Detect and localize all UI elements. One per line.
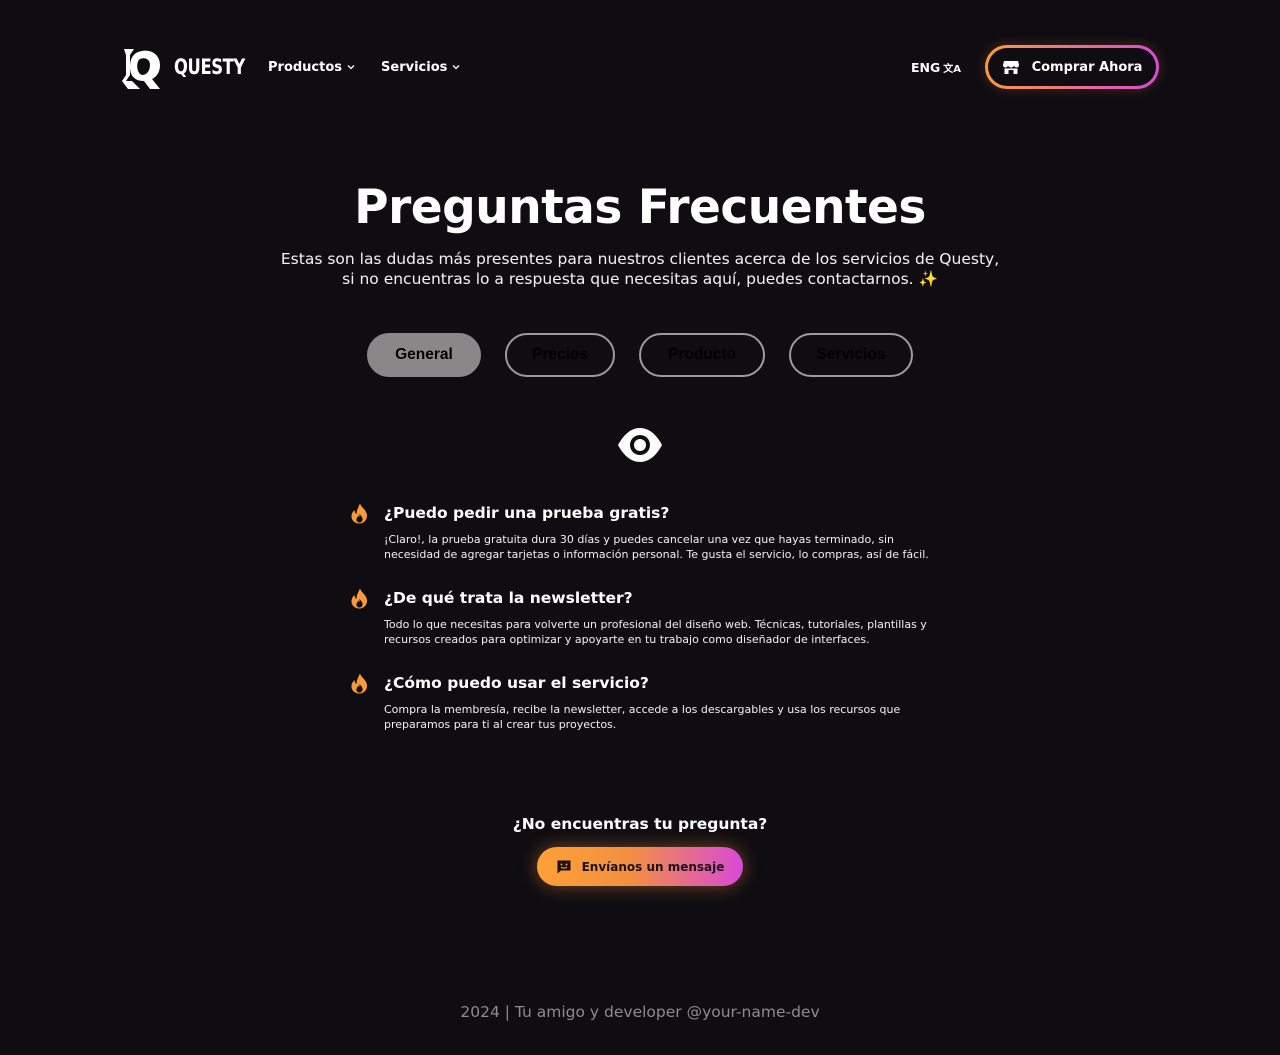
page-subtitle: Estas son las dudas más presentes para n… [0, 249, 1280, 289]
send-message-label: Envíanos un mensaje [581, 859, 725, 874]
fire-icon [351, 588, 368, 609]
fire-icon [351, 673, 368, 694]
subtitle-line-1: Estas son las dudas más presentes para n… [280, 250, 1000, 268]
faq-tabs: General Precios Producto Servicios [0, 333, 1280, 377]
faq-item: ¿Cómo puedo usar el servicio? Compra la … [350, 672, 940, 732]
main-nav: Productos Servicios [268, 60, 460, 75]
subtitle-line-2-text: si no encuentras lo a respuesta que nece… [342, 270, 914, 288]
tab-general[interactable]: General [367, 333, 481, 377]
faq-answer: Compra la membresía, recibe la newslette… [384, 703, 901, 731]
faq-question[interactable]: ¿De qué trata la newsletter? [384, 587, 940, 609]
store-icon [1002, 61, 1019, 74]
questy-logo-icon [122, 49, 160, 89]
logo[interactable]: QUESTY [120, 45, 246, 89]
language-switcher[interactable]: ENG 文A [911, 60, 961, 75]
faq-answer: ¡Claro!, la prueba gratuita dura 30 días… [384, 533, 929, 561]
sparkle-icon: ✨ [918, 270, 938, 288]
contact-question: ¿No encuentras tu pregunta? [512, 815, 768, 833]
translate-icon: 文A [943, 63, 961, 75]
chevron-down-icon [452, 65, 460, 70]
chat-icon [557, 860, 571, 873]
send-message-button[interactable]: Envíanos un mensaje [537, 847, 743, 886]
faq-answer: Todo lo que necesitas para volverte un p… [384, 618, 927, 646]
nav-item-label: Productos [268, 59, 343, 75]
buy-now-label: Comprar Ahora [1031, 59, 1143, 75]
page: QUESTY Productos Servicios ENG 文A Compra… [0, 0, 1280, 1055]
buy-now-button-inner: Comprar Ahora [988, 48, 1156, 86]
faq-item: ¿Puedo pedir una prueba gratis? ¡Claro!,… [350, 502, 940, 562]
faq-list: ¿Puedo pedir una prueba gratis? ¡Claro!,… [350, 502, 940, 757]
nav-item-label: Servicios [381, 59, 448, 75]
header-actions: ENG 文A Comprar Ahora [911, 45, 1159, 89]
chevron-down-icon [347, 65, 355, 70]
nav-item-productos[interactable]: Productos [268, 60, 355, 75]
faq-question[interactable]: ¿Puedo pedir una prueba gratis? [384, 502, 940, 524]
faq-item: ¿De qué trata la newsletter? Todo lo que… [350, 587, 940, 647]
buy-now-button[interactable]: Comprar Ahora [985, 45, 1159, 89]
language-label: ENG [910, 59, 941, 75]
faq-question[interactable]: ¿Cómo puedo usar el servicio? [384, 672, 940, 694]
tab-precios[interactable]: Precios [505, 333, 615, 377]
tab-servicios[interactable]: Servicios [789, 333, 913, 377]
footer-text: 2024 | Tu amigo y developer @your-name-d… [460, 1003, 820, 1021]
logo-text: QUESTY [174, 55, 245, 79]
tab-producto[interactable]: Producto [639, 333, 765, 377]
page-title: Preguntas Frecuentes [354, 180, 926, 235]
subtitle-line-2: si no encuentras lo a respuesta que nece… [0, 269, 1280, 289]
eye-icon [618, 428, 662, 462]
fire-icon [351, 503, 368, 524]
header: QUESTY Productos Servicios ENG 文A Compra… [120, 44, 1159, 90]
nav-item-servicios[interactable]: Servicios [381, 60, 460, 75]
